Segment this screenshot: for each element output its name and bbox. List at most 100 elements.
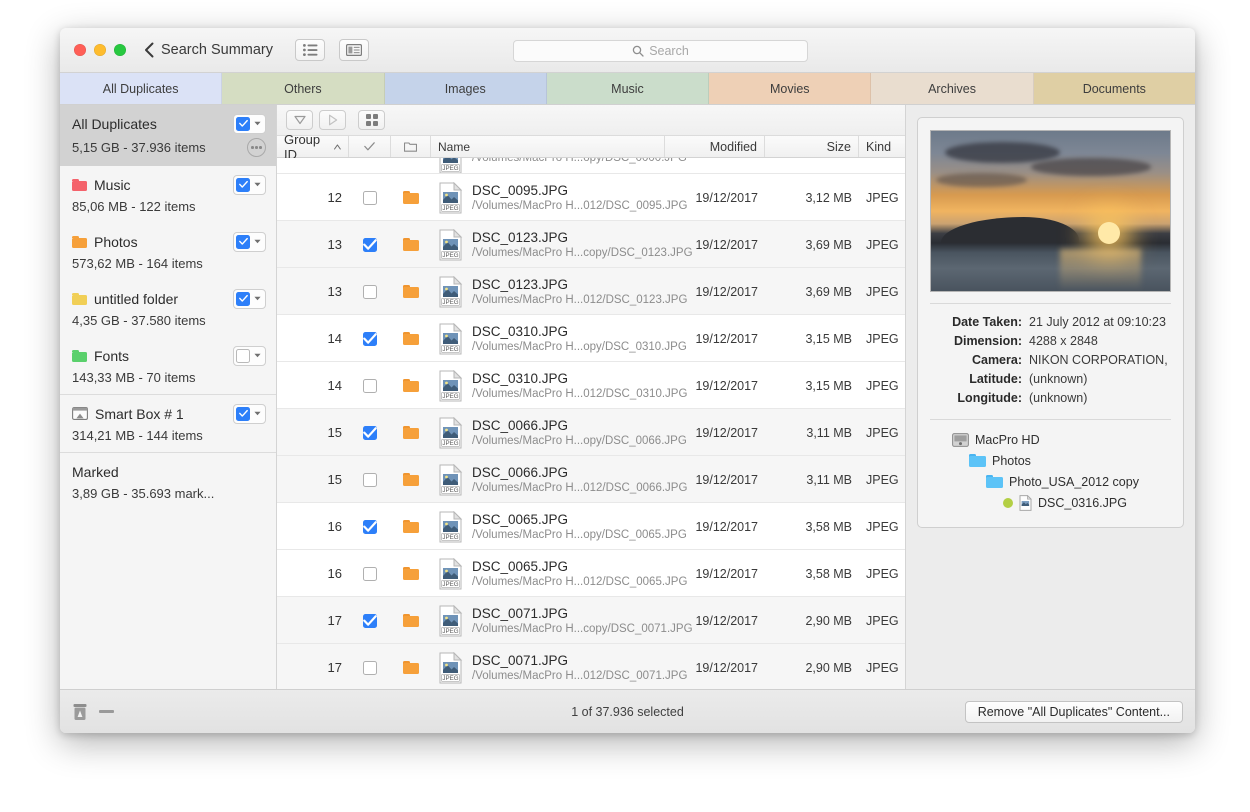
- sidebar-item-checkbox[interactable]: [236, 349, 250, 363]
- expand-all-button[interactable]: [319, 110, 346, 130]
- sidebar-item-dropdown-button[interactable]: [252, 121, 263, 126]
- table-row[interactable]: 16JPEGDSC_0065.JPG/Volumes/MacPro H...op…: [277, 503, 905, 550]
- sidebar-item-checkbox-group[interactable]: [233, 404, 266, 424]
- row-checkbox[interactable]: [363, 191, 377, 205]
- cell-checkbox[interactable]: [349, 456, 391, 503]
- cell-checkbox[interactable]: [349, 268, 391, 315]
- tree-row[interactable]: Photo_USA_2012 copy: [930, 471, 1171, 492]
- sidebar-item-all-duplicates[interactable]: All Duplicates5,15 GB - 37.936 items: [60, 105, 276, 166]
- sidebar-item-checkbox[interactable]: [236, 235, 250, 249]
- tab-movies[interactable]: Movies: [709, 73, 871, 104]
- sidebar-item-subtitle-row: 4,35 GB - 37.580 items: [72, 313, 266, 328]
- sidebar-item-checkbox[interactable]: [236, 292, 250, 306]
- sidebar-item-dropdown-button[interactable]: [252, 353, 263, 358]
- sidebar-item-checkbox[interactable]: [236, 178, 250, 192]
- cell-group-id: 17: [277, 644, 349, 689]
- sidebar-item-checkbox-group[interactable]: [233, 289, 266, 309]
- table-row[interactable]: 14JPEGDSC_0310.JPG/Volumes/MacPro H...op…: [277, 315, 905, 362]
- sidebar-item-checkbox-group[interactable]: [233, 346, 266, 366]
- table-row[interactable]: 17JPEGDSC_0071.JPG/Volumes/MacPro H...01…: [277, 644, 905, 689]
- tree-row[interactable]: Photos: [930, 450, 1171, 471]
- sidebar-item-checkbox-group[interactable]: [233, 114, 266, 134]
- tree-row[interactable]: DSC_0316.JPG: [930, 492, 1171, 513]
- sidebar-item-label: All Duplicates: [72, 116, 226, 132]
- row-checkbox[interactable]: [363, 238, 377, 252]
- sidebar: All Duplicates5,15 GB - 37.936 itemsMusi…: [60, 105, 277, 689]
- cell-checkbox[interactable]: [349, 550, 391, 597]
- cell-checkbox[interactable]: [349, 503, 391, 550]
- sidebar-item-dropdown-button[interactable]: [252, 411, 263, 416]
- sidebar-item-label: Fonts: [94, 348, 226, 364]
- cell-checkbox[interactable]: [349, 409, 391, 456]
- cell-checkbox[interactable]: [349, 221, 391, 268]
- cell-checkbox[interactable]: [349, 174, 391, 221]
- row-checkbox[interactable]: [363, 520, 377, 534]
- sidebar-item-checkbox[interactable]: [236, 407, 250, 421]
- sidebar-item-checkbox-group[interactable]: [233, 232, 266, 252]
- table-row[interactable]: 12JPEGDSC_0095.JPG/Volumes/MacPro H...01…: [277, 174, 905, 221]
- tab-images[interactable]: Images: [385, 73, 547, 104]
- metadata-value: (unknown): [1029, 370, 1087, 389]
- sidebar-item-untitled-folder[interactable]: untitled folder4,35 GB - 37.580 items: [60, 280, 276, 337]
- sidebar-item-dropdown-button[interactable]: [252, 239, 263, 244]
- sidebar-item-checkbox-group[interactable]: [233, 175, 266, 195]
- cell-checkbox[interactable]: [349, 362, 391, 409]
- table-row[interactable]: 14JPEGDSC_0310.JPG/Volumes/MacPro H...01…: [277, 362, 905, 409]
- column-header-folder[interactable]: [391, 136, 431, 157]
- sidebar-item-marked[interactable]: Marked3,89 GB - 35.693 mark...: [60, 453, 276, 510]
- table-row[interactable]: 13JPEGDSC_0123.JPG/Volumes/MacPro H...co…: [277, 221, 905, 268]
- search-input[interactable]: Search: [513, 40, 808, 62]
- list-view-button[interactable]: [295, 39, 325, 61]
- tab-archives[interactable]: Archives: [871, 73, 1033, 104]
- column-header-kind[interactable]: Kind: [859, 136, 905, 157]
- tab-others[interactable]: Others: [222, 73, 384, 104]
- sidebar-item-checkbox[interactable]: [236, 117, 250, 131]
- table-row[interactable]: 13JPEGDSC_0123.JPG/Volumes/MacPro H...01…: [277, 268, 905, 315]
- row-checkbox[interactable]: [363, 426, 377, 440]
- sidebar-item-music[interactable]: Music85,06 MB - 122 items: [60, 166, 276, 223]
- row-checkbox[interactable]: [363, 473, 377, 487]
- row-checkbox[interactable]: [363, 332, 377, 346]
- column-header-size[interactable]: Size: [765, 136, 859, 157]
- cell-checkbox[interactable]: [349, 644, 391, 689]
- tab-music[interactable]: Music: [547, 73, 709, 104]
- sidebar-item-row: Marked: [72, 462, 266, 481]
- sidebar-item-photos[interactable]: Photos573,62 MB - 164 items: [60, 223, 276, 280]
- cell-checkbox[interactable]: [349, 315, 391, 362]
- tree-row[interactable]: MacPro HD: [930, 429, 1171, 450]
- close-button[interactable]: [74, 44, 86, 56]
- svg-text:JPEG: JPEG: [442, 346, 458, 353]
- dash-icon[interactable]: [99, 710, 114, 713]
- minimize-button[interactable]: [94, 44, 106, 56]
- table-row[interactable]: 15JPEGDSC_0066.JPG/Volumes/MacPro H...op…: [277, 409, 905, 456]
- row-checkbox[interactable]: [363, 661, 377, 675]
- collapse-all-button[interactable]: [286, 110, 313, 130]
- row-checkbox[interactable]: [363, 379, 377, 393]
- tab-all-duplicates[interactable]: All Duplicates: [60, 73, 222, 104]
- column-header-group-id[interactable]: Group ID: [277, 136, 349, 157]
- grid-view-button[interactable]: [358, 110, 385, 130]
- trash-icon[interactable]: [72, 703, 88, 721]
- zoom-button[interactable]: [114, 44, 126, 56]
- column-header-checked[interactable]: [349, 136, 391, 157]
- tab-documents[interactable]: Documents: [1034, 73, 1195, 104]
- file-table-body[interactable]: JPEG/Volumes/MacPro H...opy/DSC_0000.JPG…: [277, 158, 905, 689]
- table-row[interactable]: 15JPEGDSC_0066.JPG/Volumes/MacPro H...01…: [277, 456, 905, 503]
- detail-view-button[interactable]: [339, 39, 369, 61]
- cell-checkbox[interactable]: [349, 597, 391, 644]
- remove-content-button[interactable]: Remove "All Duplicates" Content...: [965, 701, 1183, 723]
- sidebar-item-dropdown-button[interactable]: [252, 182, 263, 187]
- sidebar-item-fonts[interactable]: Fonts143,33 MB - 70 items: [60, 337, 276, 394]
- sidebar-item-dropdown-button[interactable]: [252, 296, 263, 301]
- table-row[interactable]: JPEG/Volumes/MacPro H...opy/DSC_0000.JPG: [277, 158, 905, 174]
- column-header-name[interactable]: Name: [431, 136, 665, 157]
- row-checkbox[interactable]: [363, 285, 377, 299]
- table-row[interactable]: 17JPEGDSC_0071.JPG/Volumes/MacPro H...co…: [277, 597, 905, 644]
- row-checkbox[interactable]: [363, 614, 377, 628]
- row-checkbox[interactable]: [363, 567, 377, 581]
- back-button[interactable]: Search Summary: [144, 42, 273, 58]
- sidebar-item-options-button[interactable]: [247, 138, 266, 157]
- column-header-modified[interactable]: Modified: [665, 136, 765, 157]
- table-row[interactable]: 16JPEGDSC_0065.JPG/Volumes/MacPro H...01…: [277, 550, 905, 597]
- sidebar-item-smart-box-1[interactable]: Smart Box # 1314,21 MB - 144 items: [60, 395, 276, 452]
